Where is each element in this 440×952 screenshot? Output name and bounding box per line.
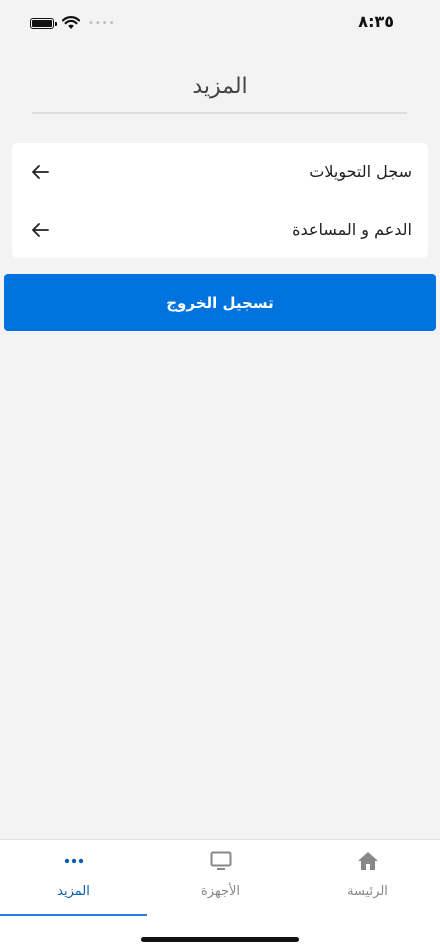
tab-more[interactable]: المزيد — [0, 840, 147, 916]
status-time: ٨:٣٥ — [358, 12, 394, 31]
menu-item-support-help[interactable]: الدعم و المساعدة — [12, 201, 428, 258]
home-indicator — [141, 937, 299, 942]
arrow-left-icon — [32, 222, 49, 237]
bottom-nav: المزيد الأجهزة الرئيسة — [0, 839, 440, 952]
menu-item-transfer-history[interactable]: سجل التحويلات — [12, 143, 428, 200]
wifi-icon — [62, 16, 80, 29]
menu-card: سجل التحويلات الدعم و المساعدة — [12, 143, 428, 258]
menu-item-label: سجل التحويلات — [309, 162, 412, 181]
home-icon — [357, 850, 379, 872]
monitor-icon — [210, 850, 232, 872]
active-tab-indicator — [0, 914, 147, 916]
cellular-signal-icon: •••• — [88, 17, 116, 29]
header-divider — [32, 112, 407, 114]
tab-label: الأجهزة — [200, 884, 241, 899]
battery-icon — [30, 17, 57, 29]
tab-devices[interactable]: الأجهزة — [147, 840, 294, 916]
status-bar: •••• ٨:٣٥ — [0, 0, 440, 48]
logout-button[interactable]: تسجيل الخروج — [4, 274, 436, 331]
more-dots-icon — [63, 850, 85, 872]
tab-home[interactable]: الرئيسة — [294, 840, 440, 916]
tab-label: المزيد — [57, 884, 90, 899]
status-indicators: •••• — [30, 16, 116, 30]
tab-label: الرئيسة — [347, 884, 388, 899]
arrow-left-icon — [32, 164, 49, 179]
page-title: المزيد — [192, 74, 248, 99]
menu-item-label: الدعم و المساعدة — [292, 220, 412, 239]
